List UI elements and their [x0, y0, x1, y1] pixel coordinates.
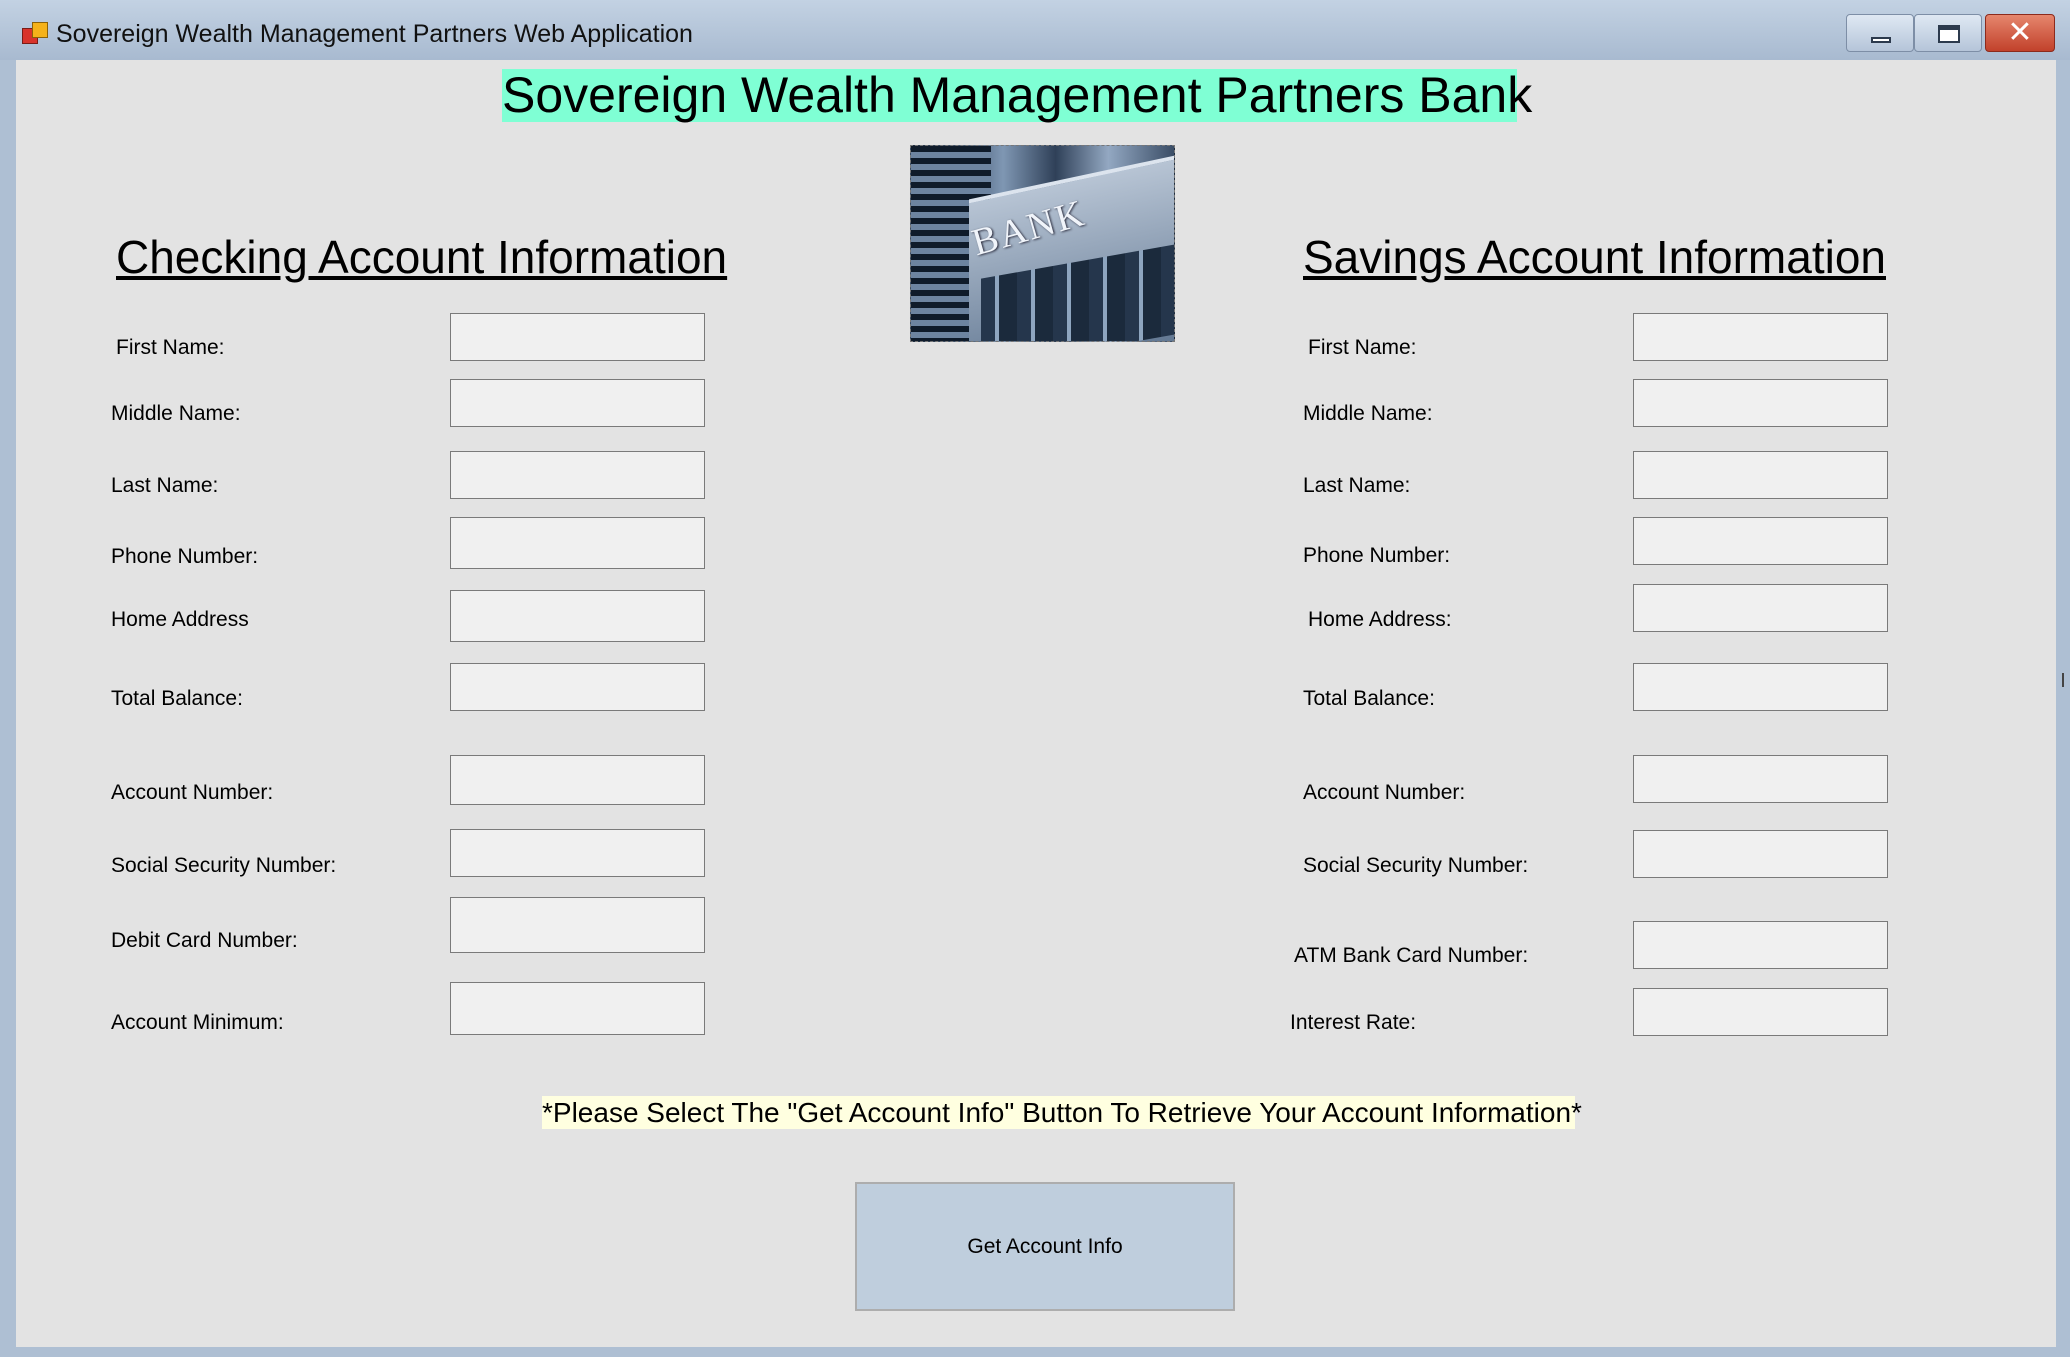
- savings-interest-rate-label: Interest Rate:: [1290, 1011, 1417, 1034]
- checking-total-balance-input[interactable]: [450, 663, 705, 711]
- savings-atm-card-label: ATM Bank Card Number:: [1294, 944, 1529, 967]
- checking-middle-name-label: Middle Name:: [111, 402, 241, 425]
- savings-phone-number-label: Phone Number:: [1303, 544, 1451, 567]
- savings-interest-rate-input[interactable]: [1633, 988, 1888, 1036]
- savings-middle-name-label: Middle Name:: [1303, 402, 1433, 425]
- title-bar: Sovereign Wealth Management Partners Web…: [0, 0, 2070, 60]
- checking-phone-number-label: Phone Number:: [111, 545, 259, 568]
- maximize-icon: [1938, 25, 1960, 43]
- savings-total-balance-input[interactable]: [1633, 663, 1888, 711]
- checking-ssn-label: Social Security Number:: [111, 854, 337, 877]
- checking-debit-card-label: Debit Card Number:: [111, 929, 298, 952]
- savings-total-balance-label: Total Balance:: [1303, 687, 1435, 710]
- savings-middle-name-input[interactable]: [1633, 379, 1888, 427]
- app-icon: [22, 22, 48, 46]
- checking-total-balance-label: Total Balance:: [111, 687, 243, 710]
- bank-building-image: BANK: [910, 145, 1175, 342]
- window-title: Sovereign Wealth Management Partners Web…: [56, 20, 693, 48]
- checking-first-name-label: First Name:: [116, 336, 225, 359]
- checking-account-number-input[interactable]: [450, 755, 705, 805]
- savings-ssn-label: Social Security Number:: [1303, 854, 1529, 877]
- savings-last-name-label: Last Name:: [1303, 474, 1411, 497]
- savings-section-heading: Savings Account Information: [1303, 231, 1886, 283]
- instruction-notice: *Please Select The "Get Account Info" Bu…: [542, 1096, 1582, 1129]
- get-account-info-button[interactable]: Get Account Info: [855, 1182, 1235, 1311]
- checking-account-minimum-label: Account Minimum:: [111, 1011, 284, 1034]
- resize-handle[interactable]: [2062, 673, 2070, 687]
- page-title: Sovereign Wealth Management Partners Ban…: [502, 67, 1533, 123]
- savings-account-number-label: Account Number:: [1303, 781, 1466, 804]
- savings-last-name-input[interactable]: [1633, 451, 1888, 499]
- checking-home-address-label: Home Address: [111, 608, 249, 631]
- close-button[interactable]: ✕: [1985, 14, 2055, 52]
- savings-account-number-input[interactable]: [1633, 755, 1888, 803]
- checking-home-address-input[interactable]: [450, 590, 705, 642]
- checking-section-heading: Checking Account Information: [116, 231, 728, 283]
- minimize-icon: [1871, 37, 1891, 43]
- checking-account-minimum-input[interactable]: [450, 982, 705, 1035]
- checking-first-name-input[interactable]: [450, 313, 705, 361]
- maximize-button[interactable]: [1914, 14, 1982, 52]
- close-icon: ✕: [2007, 15, 2033, 50]
- savings-ssn-input[interactable]: [1633, 830, 1888, 878]
- savings-first-name-input[interactable]: [1633, 313, 1888, 361]
- savings-atm-card-input[interactable]: [1633, 921, 1888, 969]
- savings-home-address-input[interactable]: [1633, 584, 1888, 632]
- checking-last-name-input[interactable]: [450, 451, 705, 499]
- checking-middle-name-input[interactable]: [450, 379, 705, 427]
- checking-debit-card-input[interactable]: [450, 897, 705, 953]
- minimize-button[interactable]: [1846, 14, 1914, 52]
- savings-first-name-label: First Name:: [1308, 336, 1417, 359]
- checking-account-number-label: Account Number:: [111, 781, 274, 804]
- savings-phone-number-input[interactable]: [1633, 517, 1888, 565]
- checking-last-name-label: Last Name:: [111, 474, 219, 497]
- checking-phone-number-input[interactable]: [450, 517, 705, 569]
- savings-home-address-label: Home Address:: [1308, 608, 1452, 631]
- checking-ssn-input[interactable]: [450, 829, 705, 877]
